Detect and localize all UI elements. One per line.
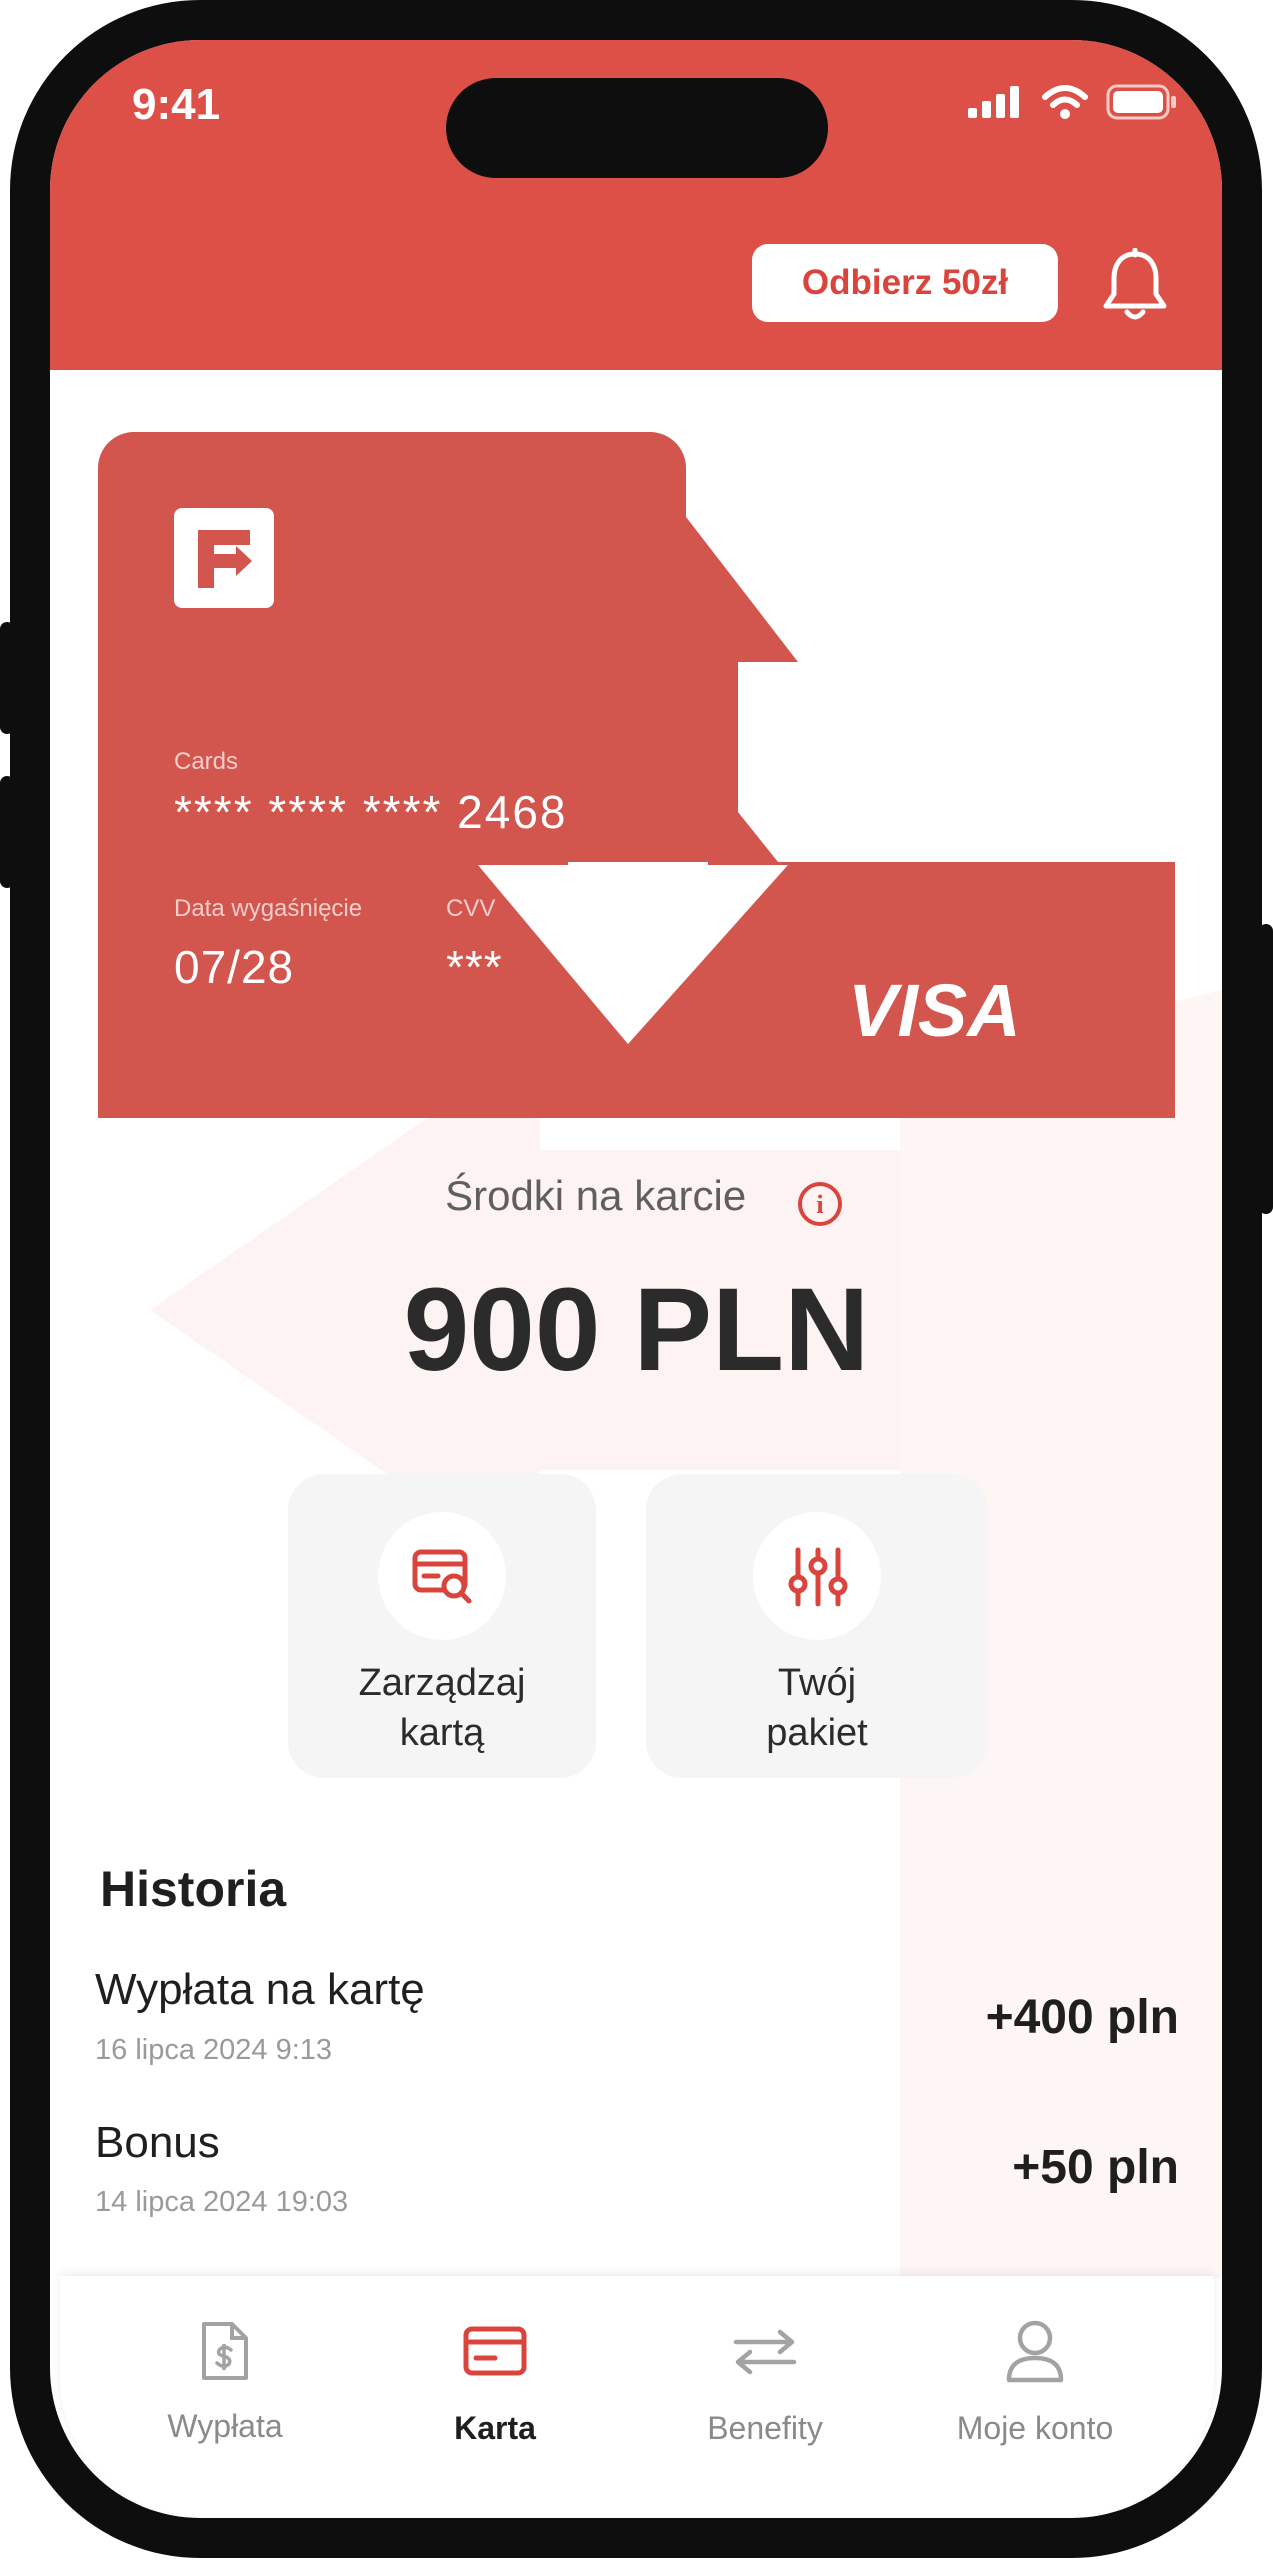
wifi-icon — [1042, 85, 1088, 119]
user-icon — [1006, 2320, 1064, 2383]
sliders-icon — [788, 1547, 848, 1607]
card-number: **** **** **** 2468 — [174, 786, 568, 838]
document-dollar-icon — [202, 2322, 248, 2380]
card-search-icon — [412, 1549, 472, 1604]
claim-bonus-amount: 50zł — [941, 263, 1009, 302]
cvv-value: *** — [446, 941, 503, 993]
balance-label: Środki na karcie — [0, 1172, 1273, 1220]
side-button-left-2 — [0, 776, 14, 888]
your-package-button[interactable]: Twój pakiet — [646, 1474, 988, 1778]
f-logo-icon — [198, 530, 252, 588]
side-button-right — [1259, 924, 1273, 1214]
manage-card-button[interactable]: Zarządzaj kartą — [288, 1474, 596, 1778]
history-item-amount: +50 pln — [1012, 2141, 1179, 2194]
status-time: 9:41 — [132, 80, 221, 129]
history-item-date: 16 lipca 2024 9:13 — [95, 2034, 333, 2066]
tab-benefity[interactable]: Benefity — [630, 2276, 900, 2476]
tab-moje-konto[interactable]: Moje konto — [900, 2276, 1170, 2476]
cvv-label: CVV — [446, 895, 496, 922]
manage-card-label-line1: Zarządzaj — [358, 1662, 526, 1704]
history-title: Historia — [100, 1861, 287, 1917]
manage-card-label-line2: kartą — [399, 1712, 485, 1754]
signal-icon — [968, 86, 1019, 118]
notification-bell-icon[interactable] — [1100, 248, 1170, 324]
balance-amount: 900 PLN — [403, 1264, 870, 1396]
your-package-label: Twój pakiet — [646, 1658, 988, 1758]
visa-logo: VISA — [848, 969, 1021, 1052]
manage-card-icon-circle — [378, 1512, 506, 1640]
history-item-date: 14 lipca 2024 19:03 — [95, 2186, 349, 2218]
card-icon — [463, 2326, 527, 2376]
expiry-label: Data wygaśnięcie — [174, 895, 363, 922]
claim-bonus-button[interactable]: Odbierz 50zł — [752, 244, 1058, 322]
your-package-label-line1: Twój — [777, 1662, 857, 1704]
side-button-left-1 — [0, 622, 14, 734]
your-package-label-line2: pakiet — [766, 1712, 868, 1754]
card-section-label: Cards — [174, 748, 239, 775]
tab-moje-konto-label: Moje konto — [956, 2410, 1114, 2446]
tab-bar: Wypłata Karta Benefity Moje konto — [60, 2276, 1214, 2516]
tab-wyplata[interactable]: Wypłata — [90, 2276, 360, 2476]
dynamic-island — [446, 78, 828, 178]
your-package-icon-circle — [753, 1512, 881, 1640]
card-brand-logo — [174, 508, 274, 608]
manage-card-label: Zarządzaj kartą — [288, 1658, 596, 1758]
tab-karta-label: Karta — [454, 2410, 536, 2446]
claim-bonus-prefix: Odbierz — [801, 263, 942, 302]
expiry-value: 07/28 — [174, 941, 295, 993]
transfer-arrows-icon — [733, 2329, 797, 2375]
tab-karta[interactable]: Karta — [360, 2276, 630, 2476]
balance-label-text: Środki na karcie — [445, 1172, 747, 1219]
tab-benefity-label: Benefity — [707, 2410, 823, 2446]
history-item-amount: +400 pln — [985, 1991, 1179, 2044]
history-item-title: Wypłata na kartę — [95, 1965, 425, 2014]
tab-wyplata-label: Wypłata — [167, 2408, 283, 2444]
history-item-title: Bonus — [95, 2118, 220, 2167]
status-icons — [968, 84, 1178, 120]
info-icon[interactable]: i — [798, 1182, 842, 1226]
battery-icon — [1106, 84, 1176, 120]
